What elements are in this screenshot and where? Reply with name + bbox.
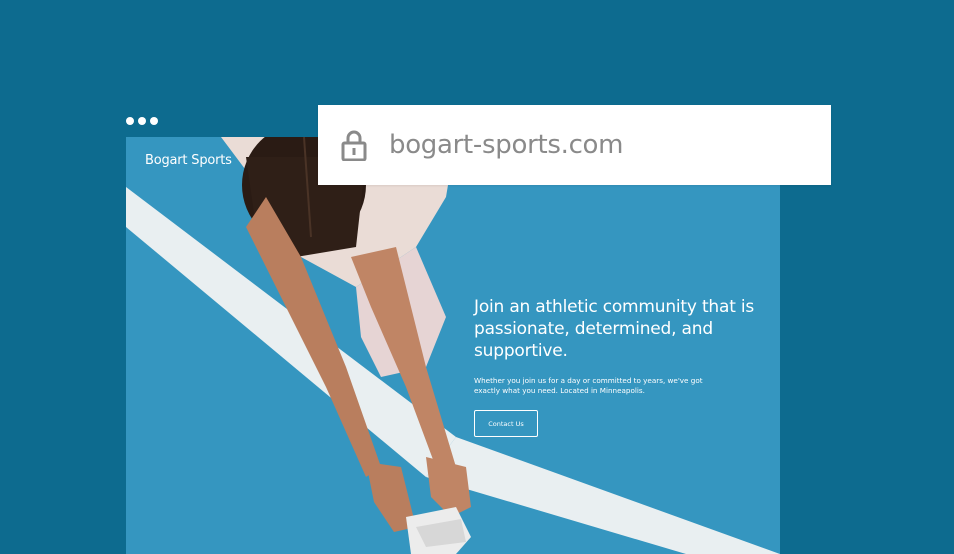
brand-logo[interactable]: Bogart Sports [145,153,232,168]
contact-us-button[interactable]: Contact Us [474,410,538,437]
stage: Bogart Sports Join an athletic community… [0,0,954,554]
hero-headline: Join an athletic community that is passi… [474,297,755,361]
url-text[interactable]: bogart-sports.com [389,130,624,160]
website-preview: Bogart Sports Join an athletic community… [126,137,780,554]
window-dot-icon[interactable] [138,117,146,125]
window-dot-icon[interactable] [150,117,158,125]
hero-subtext: Whether you join us for a day or committ… [474,376,703,395]
hero-copy: Join an athletic community that is passi… [474,296,769,437]
address-bar[interactable]: bogart-sports.com [318,105,831,185]
window-dot-icon[interactable] [126,117,134,125]
window-controls [126,117,158,125]
lock-icon [340,128,368,162]
